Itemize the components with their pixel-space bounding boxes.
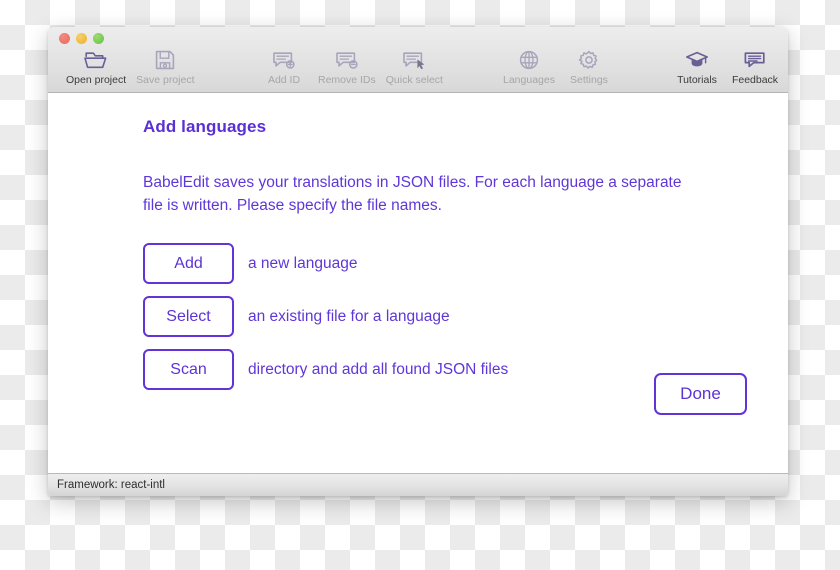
toolbar-group-settings: Languages Settings [498, 47, 618, 86]
toolbar-button-tutorials[interactable]: Tutorials [668, 47, 726, 86]
toolbar-button-quick-select[interactable]: Quick select [381, 47, 448, 86]
done-button-container: Done [654, 373, 747, 415]
speech-bubble-plus-icon [271, 47, 297, 71]
toolbar-group-help: Tutorials Feedback [668, 47, 784, 86]
intro-text: BabelEdit saves your translations in JSO… [143, 174, 682, 214]
content-area: Add languages BabelEdit saves your trans… [48, 93, 788, 473]
select-button[interactable]: Select [143, 296, 234, 337]
status-framework-text: Framework: react-intl [57, 479, 165, 491]
select-description: an existing file for a language [248, 307, 450, 325]
action-row-scan: Scan directory and add all found JSON fi… [143, 349, 723, 390]
toolbar-button-feedback[interactable]: Feedback [726, 47, 784, 86]
done-button[interactable]: Done [654, 373, 747, 415]
toolbar-button-remove-ids[interactable]: Remove IDs [313, 47, 381, 86]
floppy-disk-icon [153, 47, 177, 71]
action-row-select: Select an existing file for a language [143, 296, 723, 337]
window-controls [59, 33, 104, 44]
app-window: Open project Save project Add ID Remove … [48, 27, 788, 496]
toolbar-label-quick-select: Quick select [385, 74, 443, 86]
toolbar-button-languages[interactable]: Languages [498, 47, 560, 86]
toolbar-label-feedback: Feedback [731, 74, 779, 86]
globe-icon [517, 47, 541, 71]
toolbar-label-languages: Languages [503, 74, 555, 86]
toolbar-group-project: Open project Save project [61, 47, 200, 86]
graduation-cap-icon [684, 47, 710, 71]
scan-button[interactable]: Scan [143, 349, 234, 390]
toolbar-button-save-project[interactable]: Save project [131, 47, 199, 86]
toolbar-label-save-project: Save project [136, 74, 195, 86]
scan-description: directory and add all found JSON files [248, 360, 509, 378]
status-bar: Framework: react-intl [48, 473, 788, 496]
speech-bubble-lines-icon [742, 47, 768, 71]
speech-bubble-cursor-icon [401, 47, 427, 71]
toolbar-label-tutorials: Tutorials [677, 74, 717, 86]
toolbar-button-add-id[interactable]: Add ID [255, 47, 313, 86]
action-row-add: Add a new language [143, 243, 723, 284]
toolbar-label-open-project: Open project [66, 74, 127, 86]
minimize-button[interactable] [76, 33, 87, 44]
zoom-button[interactable] [93, 33, 104, 44]
toolbar-button-settings[interactable]: Settings [560, 47, 618, 86]
toolbar-button-open-project[interactable]: Open project [61, 47, 131, 86]
action-rows: Add a new language Select an existing fi… [143, 243, 723, 390]
toolbar-label-add-id: Add ID [267, 74, 301, 86]
add-button[interactable]: Add [143, 243, 234, 284]
toolbar-label-remove-ids: Remove IDs [318, 74, 376, 86]
open-folder-icon [83, 47, 109, 71]
speech-bubble-minus-icon [334, 47, 360, 71]
toolbar: Open project Save project Add ID Remove … [48, 27, 788, 93]
toolbar-label-settings: Settings [569, 74, 608, 86]
toolbar-group-ids: Add ID Remove IDs Quick select [255, 47, 448, 86]
add-description: a new language [248, 254, 358, 272]
gear-icon [577, 47, 601, 71]
page-title: Add languages [143, 117, 267, 136]
close-button[interactable] [59, 33, 70, 44]
